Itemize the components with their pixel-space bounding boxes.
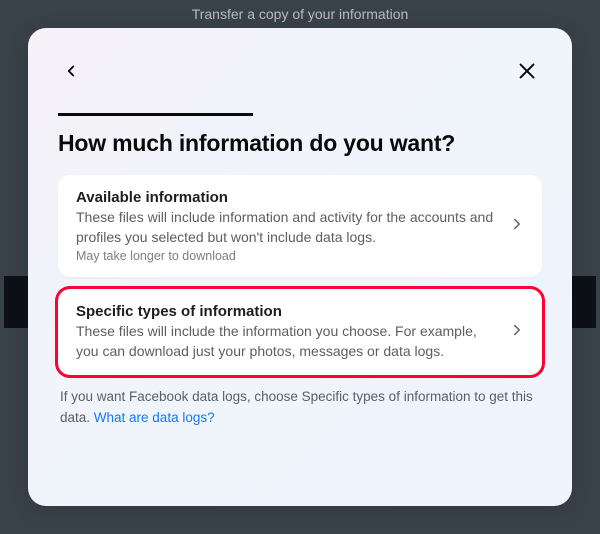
option-content: Available information These files will i… xyxy=(76,189,508,263)
option-description: These files will include the information… xyxy=(76,322,496,361)
chevron-right-icon xyxy=(508,215,526,238)
background-page-title: Transfer a copy of your information xyxy=(4,6,596,22)
option-content: Specific types of information These file… xyxy=(76,303,508,361)
modal-header xyxy=(58,56,542,89)
option-title: Specific types of information xyxy=(76,303,496,320)
modal-backdrop: Transfer a copy of your information xyxy=(0,0,600,534)
info-amount-modal: How much information do you want? Availa… xyxy=(28,28,572,506)
option-available-information[interactable]: Available information These files will i… xyxy=(58,175,542,277)
chevron-right-icon xyxy=(508,321,526,344)
close-icon xyxy=(516,60,538,85)
option-description: These files will include information and… xyxy=(76,208,496,247)
option-specific-types[interactable]: Specific types of information These file… xyxy=(58,289,542,375)
close-button[interactable] xyxy=(512,56,542,89)
option-title: Available information xyxy=(76,189,496,206)
option-note: May take longer to download xyxy=(76,249,496,263)
footer-help-text: If you want Facebook data logs, choose S… xyxy=(58,387,542,428)
progress-indicator xyxy=(58,113,253,116)
back-button[interactable] xyxy=(58,58,84,87)
data-logs-link[interactable]: What are data logs? xyxy=(94,410,215,425)
modal-title: How much information do you want? xyxy=(58,130,542,157)
chevron-left-icon xyxy=(62,62,80,83)
